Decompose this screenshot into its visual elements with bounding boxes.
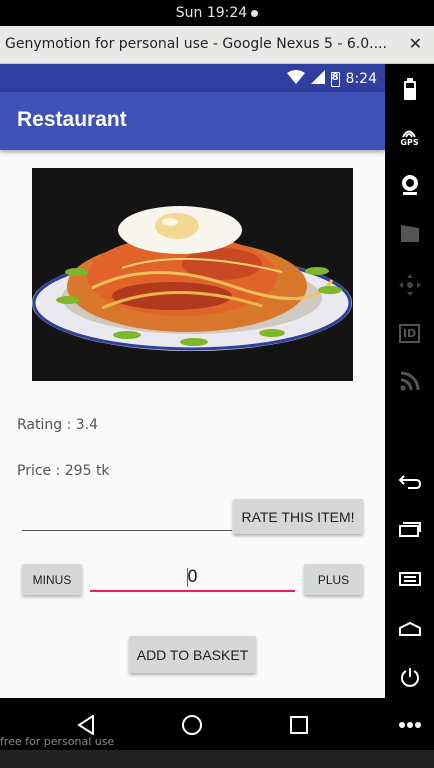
text-cursor — [187, 568, 188, 587]
bottom-strip — [0, 750, 434, 768]
plus-button[interactable]: PLUS — [304, 564, 363, 595]
battery-icon: 8 — [330, 71, 340, 87]
food-image — [32, 168, 353, 381]
quantity-input[interactable]: 0 — [90, 564, 295, 592]
minus-button[interactable]: MINUS — [22, 564, 82, 595]
emulator-sidebar: GPS ID — [385, 64, 434, 698]
rating-text: Rating : 3.4 — [17, 417, 99, 433]
android-status-bar: 8 8:24 — [0, 64, 385, 92]
recents-icon[interactable] — [385, 514, 434, 544]
camera-icon[interactable] — [385, 170, 434, 200]
id-label: ID — [398, 323, 421, 343]
power-icon[interactable] — [385, 662, 434, 692]
more-dots-icon[interactable] — [395, 710, 425, 740]
os-top-bar: Sun 19:24 — [0, 0, 434, 26]
device-screen: 8 8:24 Restaurant Rating: 3.4 Price: 2… — [0, 64, 385, 698]
cell-signal-icon — [310, 70, 325, 88]
menu-icon[interactable] — [385, 564, 434, 594]
home-icon[interactable] — [385, 614, 434, 644]
quantity-underline — [90, 590, 295, 592]
add-to-basket-button[interactable]: ADD TO BASKET — [129, 636, 256, 673]
notification-dot-icon — [251, 9, 259, 17]
rss-icon[interactable] — [385, 366, 434, 396]
price-text: Price : 295 tk — [17, 463, 110, 479]
dpad-icon[interactable] — [385, 270, 434, 300]
recents-square-icon[interactable] — [284, 710, 314, 740]
back-icon[interactable] — [385, 466, 434, 496]
quantity-value: 0 — [187, 567, 198, 587]
wifi-icon — [286, 70, 305, 88]
rating-input-underline[interactable] — [22, 530, 232, 531]
home-circle-icon[interactable] — [177, 710, 207, 740]
app-title: Restaurant — [17, 108, 127, 131]
os-clock: Sun 19:24 — [175, 5, 248, 21]
battery-icon[interactable] — [385, 74, 434, 104]
status-time: 8:24 — [345, 71, 377, 87]
rate-item-button[interactable]: RATE THIS ITEM! — [233, 499, 363, 534]
battery-level-text: 8 — [331, 71, 339, 83]
gps-label: GPS — [400, 137, 419, 147]
gps-icon[interactable]: GPS — [385, 122, 434, 152]
window-title: Genymotion for personal use - Google Nex… — [5, 36, 387, 52]
app-toolbar: Restaurant — [0, 92, 385, 150]
clapperboard-icon[interactable] — [385, 218, 434, 248]
watermark-text: free for personal use — [0, 735, 115, 748]
id-icon[interactable]: ID — [385, 318, 434, 348]
window-title-bar: Genymotion for personal use - Google Nex… — [0, 26, 434, 64]
window-close-button[interactable]: ✕ — [409, 34, 422, 53]
